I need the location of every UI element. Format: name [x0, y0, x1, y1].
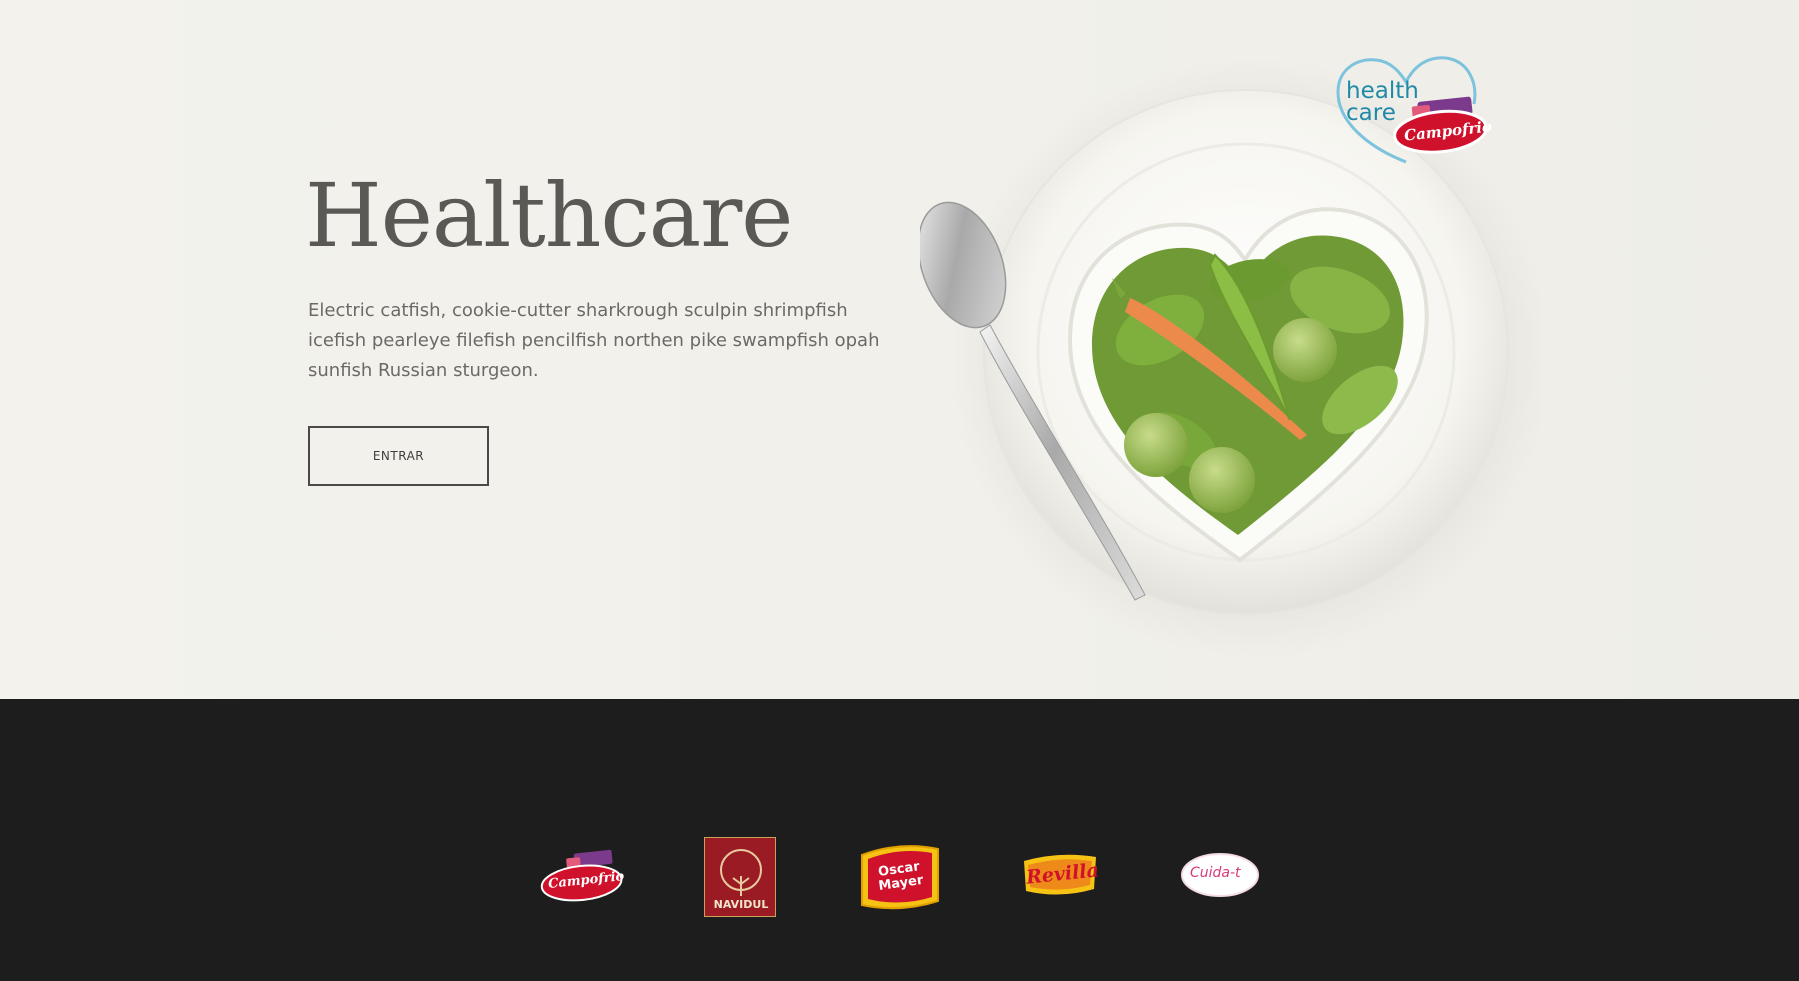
brand-label: Cuida-t [1190, 865, 1241, 881]
brand-oscar-mayer[interactable]: Oscar Mayer [858, 839, 942, 915]
brands-footer: Campofrio NAVIDUL Oscar Mayer Revilla Cu… [0, 699, 1799, 981]
brand-navidul[interactable]: NAVIDUL [704, 837, 776, 917]
logo-word-health: health [1346, 78, 1419, 104]
enter-button[interactable]: ENTRAR [308, 426, 489, 486]
brand-campofrio[interactable]: Campofrio [538, 849, 625, 905]
hero-section: Healthcare Electric catfish, cookie-cutt… [0, 0, 1799, 699]
brand-revilla[interactable]: Revilla [1018, 851, 1102, 901]
page-title: Healthcare [305, 164, 793, 267]
healthcare-campofrio-logo: health care Campofrio [1328, 52, 1496, 170]
brand-cuida-t[interactable]: Cuida-t [1180, 851, 1260, 899]
brand-label: NAVIDUL [713, 898, 769, 911]
logo-word-care: care [1346, 100, 1396, 126]
hero-description: Electric catfish, cookie-cutter sharkrou… [308, 300, 880, 381]
